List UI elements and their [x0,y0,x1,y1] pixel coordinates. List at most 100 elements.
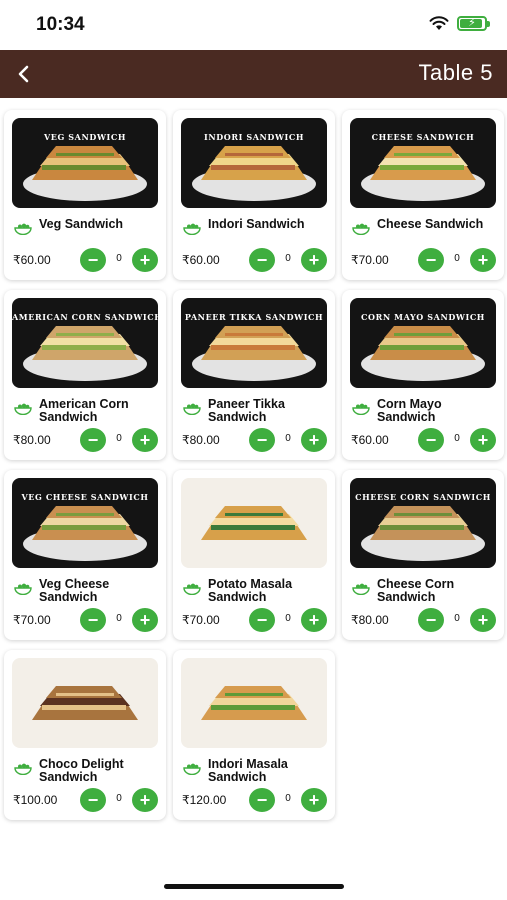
minus-icon: − [425,430,437,450]
decrease-quantity-button[interactable]: − [80,608,106,632]
quantity-value: 0 [285,793,291,804]
item-image-label: INDORI SANDWICH [203,132,305,142]
menu-item-card[interactable]: PANEER TIKKA SANDWICH Paneer Tikka Sandw… [173,290,335,460]
item-name: American Corn Sandwich [39,397,129,424]
decrease-quantity-button[interactable]: − [249,428,275,452]
quantity-stepper: − 0 + [249,428,327,452]
battery-charging-icon: ⚡ [457,16,490,31]
item-name: Corn Mayo Sandwich [377,397,442,424]
home-indicator[interactable] [164,884,344,889]
item-image: CHEESE CORN SANDWICH [350,478,496,568]
menu-item-card[interactable]: VEG SANDWICH Veg Sandwich ₹60.00 − 0 + [4,110,166,280]
menu-item-card[interactable]: CORN MAYO SANDWICH Corn Mayo Sandwich ₹6… [342,290,504,460]
quantity-stepper: − 0 + [80,428,158,452]
item-name: Choco Delight Sandwich [39,757,124,784]
decrease-quantity-button[interactable]: − [418,608,444,632]
item-price: ₹100.00 [13,793,58,807]
veg-bowl-icon [352,583,370,595]
item-name: Cheese Sandwich [377,217,484,231]
decrease-quantity-button[interactable]: − [80,788,106,812]
quantity-stepper: − 0 + [80,788,158,812]
increase-quantity-button[interactable]: + [470,608,496,632]
quantity-stepper: − 0 + [418,248,496,272]
plus-icon: + [139,430,151,450]
menu-item-card[interactable]: CHEESE SANDWICH Cheese Sandwich ₹70.00 −… [342,110,504,280]
menu-item-card[interactable]: INDORI SANDWICH Indori Sandwich ₹60.00 −… [173,110,335,280]
item-price: ₹120.00 [182,793,227,807]
item-image: CHEESE SANDWICH [350,118,496,208]
menu-item-card[interactable]: Indori Masala Sandwich ₹120.00 − 0 + [173,650,335,820]
veg-bowl-icon [183,223,201,235]
plus-icon: + [139,250,151,270]
veg-bowl-icon [14,403,32,415]
minus-icon: − [256,430,268,450]
decrease-quantity-button[interactable]: − [80,248,106,272]
increase-quantity-button[interactable]: + [470,248,496,272]
veg-bowl-icon [183,583,201,595]
decrease-quantity-button[interactable]: − [418,248,444,272]
plus-icon: + [477,610,489,630]
veg-bowl-icon [183,763,201,775]
veg-bowl-icon [14,763,32,775]
quantity-value: 0 [454,613,460,624]
increase-quantity-button[interactable]: + [470,428,496,452]
quantity-value: 0 [116,253,122,264]
decrease-quantity-button[interactable]: − [418,428,444,452]
item-price: ₹60.00 [182,253,220,267]
increase-quantity-button[interactable]: + [132,248,158,272]
status-bar: 10:34 ⚡ [0,0,507,50]
menu-item-card[interactable]: Choco Delight Sandwich ₹100.00 − 0 + [4,650,166,820]
item-price: ₹70.00 [13,613,51,627]
menu-item-card[interactable]: Potato Masala Sandwich ₹70.00 − 0 + [173,470,335,640]
quantity-stepper: − 0 + [80,248,158,272]
minus-icon: − [256,790,268,810]
item-name: Veg Sandwich [39,217,124,231]
increase-quantity-button[interactable]: + [132,788,158,812]
decrease-quantity-button[interactable]: − [80,428,106,452]
increase-quantity-button[interactable]: + [301,608,327,632]
page-title: Table 5 [418,60,493,85]
increase-quantity-button[interactable]: + [301,248,327,272]
item-image: AMERICAN CORN SANDWICH [12,298,158,388]
item-image: PANEER TIKKA SANDWICH [181,298,327,388]
back-button[interactable] [10,60,38,88]
item-price: ₹80.00 [351,613,389,627]
item-image-label: CHEESE CORN SANDWICH [355,492,491,502]
item-image-label: CHEESE SANDWICH [371,132,475,142]
item-price: ₹70.00 [182,613,220,627]
quantity-stepper: − 0 + [249,788,327,812]
veg-bowl-icon [183,403,201,415]
minus-icon: − [425,610,437,630]
menu-item-card[interactable]: CHEESE CORN SANDWICH Cheese Corn Sandwic… [342,470,504,640]
minus-icon: − [256,610,268,630]
decrease-quantity-button[interactable]: − [249,788,275,812]
decrease-quantity-button[interactable]: − [249,608,275,632]
chevron-left-icon [18,65,29,83]
plus-icon: + [477,430,489,450]
increase-quantity-button[interactable]: + [301,788,327,812]
increase-quantity-button[interactable]: + [301,428,327,452]
item-price: ₹80.00 [13,433,51,447]
quantity-stepper: − 0 + [80,608,158,632]
item-price: ₹60.00 [13,253,51,267]
minus-icon: − [87,250,99,270]
item-name: Paneer Tikka Sandwich [208,397,285,424]
item-price: ₹80.00 [182,433,220,447]
decrease-quantity-button[interactable]: − [249,248,275,272]
menu-item-card[interactable]: AMERICAN CORN SANDWICH American Corn San… [4,290,166,460]
item-image [181,478,327,568]
minus-icon: − [87,430,99,450]
menu-item-card[interactable]: VEG CHEESE SANDWICH Veg Cheese Sandwich … [4,470,166,640]
item-name: Indori Sandwich [208,217,305,231]
increase-quantity-button[interactable]: + [132,608,158,632]
item-image [12,658,158,748]
item-price: ₹60.00 [351,433,389,447]
plus-icon: + [308,610,320,630]
app-header: Table 5 [0,50,507,98]
item-image-label: CORN MAYO SANDWICH [361,312,485,322]
veg-bowl-icon [14,223,32,235]
quantity-stepper: − 0 + [418,428,496,452]
increase-quantity-button[interactable]: + [132,428,158,452]
quantity-value: 0 [285,253,291,264]
quantity-value: 0 [285,433,291,444]
